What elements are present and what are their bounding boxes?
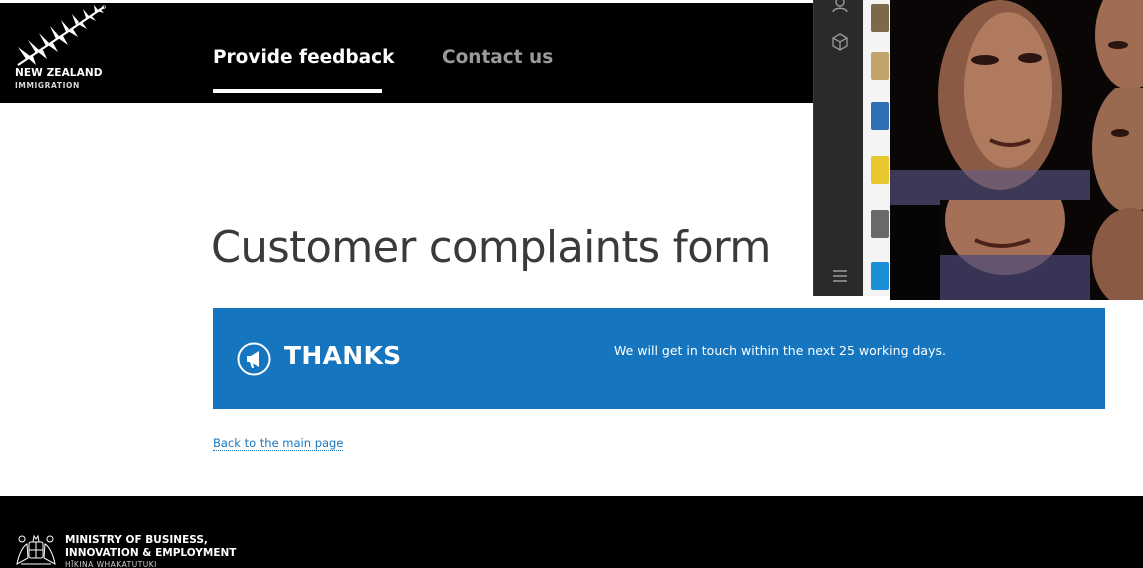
back-to-main-link[interactable]: Back to the main page: [213, 436, 344, 451]
thumbnail-strip: [863, 0, 890, 296]
cube-icon[interactable]: [830, 32, 850, 52]
active-tab-indicator: [213, 89, 382, 93]
confirmation-panel: THANKS We will get in touch within the n…: [213, 308, 1105, 409]
ministry-name-line1: MINISTRY OF BUSINESS,: [65, 534, 208, 546]
photo-tile: [890, 0, 1090, 205]
megaphone-icon: [237, 342, 271, 376]
thumbnail[interactable]: [871, 156, 889, 184]
page-title: Customer complaints form: [211, 222, 771, 273]
photo-tile: [940, 200, 1090, 300]
logo-subtitle: IMMIGRATION: [15, 81, 80, 90]
thumbnail[interactable]: [871, 262, 889, 290]
tab-provide-feedback[interactable]: Provide feedback: [213, 47, 394, 68]
user-icon[interactable]: [830, 0, 850, 16]
confirmation-message: We will get in touch within the next 25 …: [614, 343, 946, 358]
confirmation-heading: THANKS: [284, 341, 402, 370]
thumbnail[interactable]: [871, 102, 889, 130]
photo-collage: [890, 0, 1143, 300]
thumbnail[interactable]: [871, 52, 889, 80]
ministry-name-line2: INNOVATION & EMPLOYMENT: [65, 547, 237, 559]
menu-icon[interactable]: [830, 266, 850, 286]
silver-fern-icon: [17, 5, 106, 66]
thumbnail[interactable]: [871, 210, 889, 238]
photo-tile: [1090, 0, 1143, 88]
thumbnail[interactable]: [871, 4, 889, 32]
logo-name: NEW ZEALAND: [15, 67, 103, 79]
site-footer: MINISTRY OF BUSINESS, INNOVATION & EMPLO…: [0, 496, 1143, 568]
coat-of-arms-icon: [16, 534, 56, 565]
photo-tile: [1090, 88, 1143, 300]
ministry-maori-name: HĪKINA WHAKATUTUKI: [65, 560, 157, 568]
nz-immigration-logo[interactable]: NEW ZEALAND IMMIGRATION: [14, 3, 114, 98]
overlay-app-sidebar: [813, 0, 863, 296]
tab-contact-us[interactable]: Contact us: [442, 47, 553, 68]
